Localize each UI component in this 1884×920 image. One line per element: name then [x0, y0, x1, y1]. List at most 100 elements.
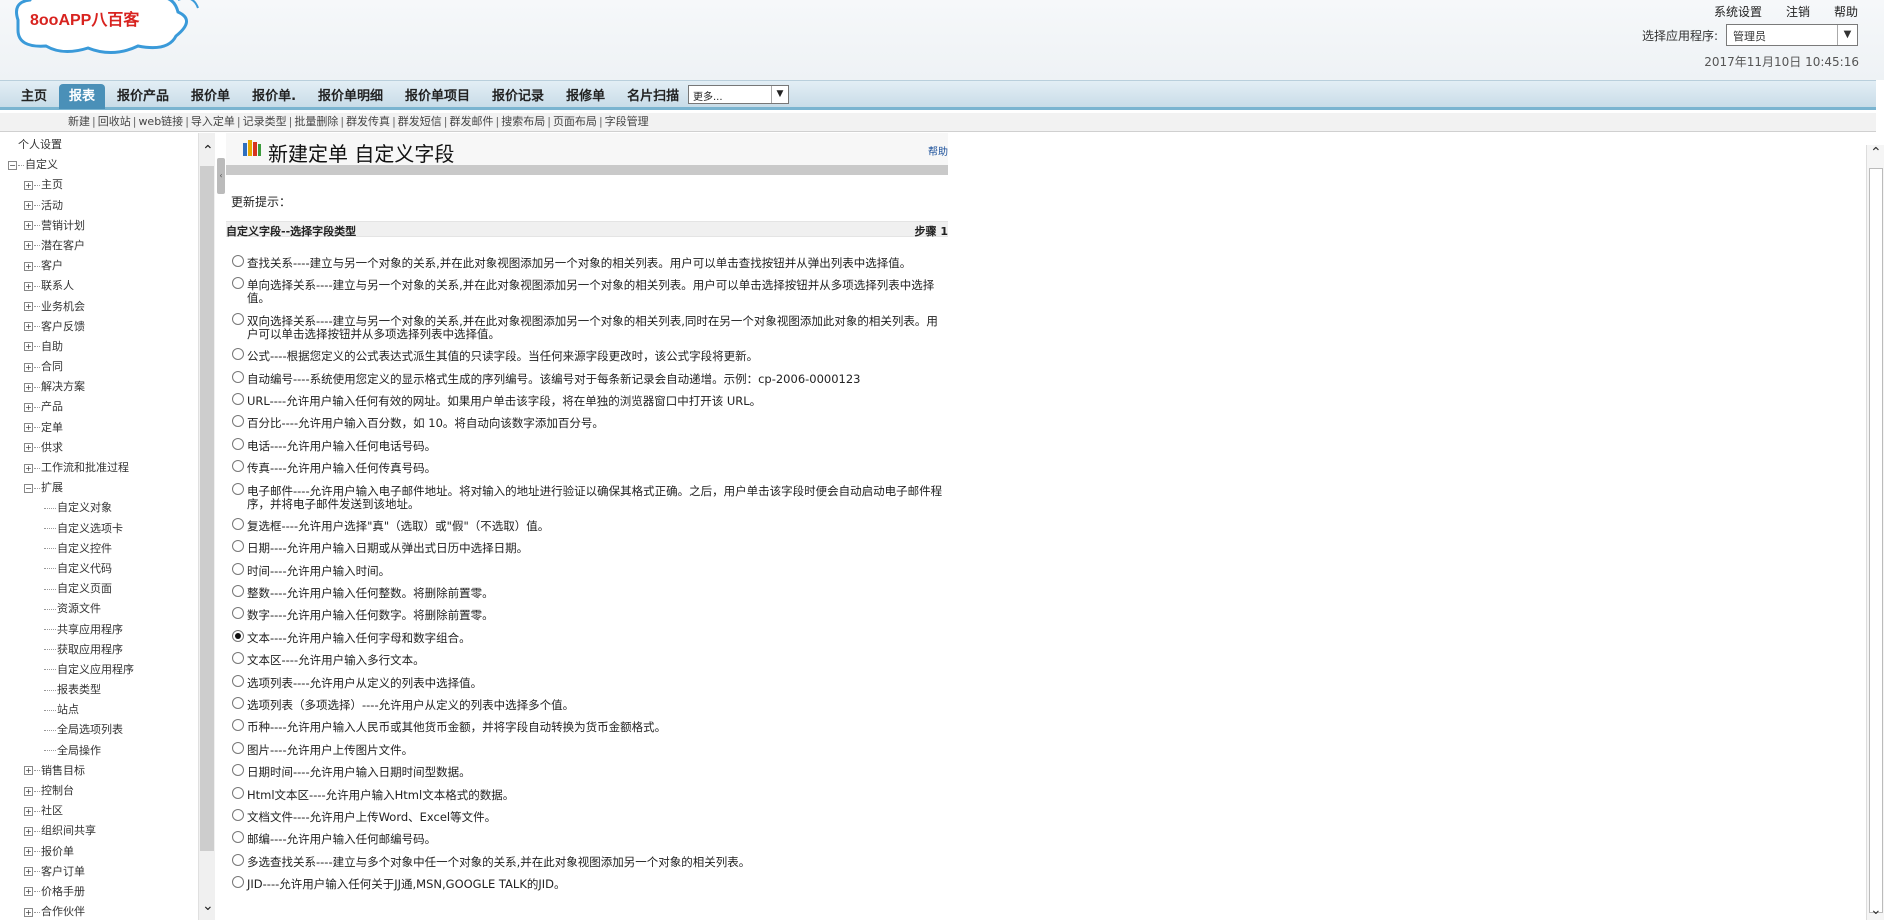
sidebar-item[interactable]: 共享应用程序 — [8, 620, 198, 640]
expand-icon[interactable]: + — [24, 847, 33, 857]
field-type-radio[interactable] — [232, 392, 244, 405]
subnav-import-orders[interactable]: 导入定单 — [191, 115, 235, 128]
expand-icon[interactable]: + — [24, 463, 33, 473]
sidebar-collapse-handle[interactable]: ‹ — [217, 158, 225, 194]
page-scrollbar[interactable]: ⌃ ⌄ — [1866, 145, 1884, 920]
sidebar-item[interactable]: + 客户订单 — [8, 862, 198, 882]
field-type-option[interactable]: 自动编号----系统使用您定义的显示格式生成的序列编号。该编号对于每条新记录会自… — [230, 370, 948, 386]
subnav-recycle-bin[interactable]: 回收站 — [98, 115, 131, 128]
field-type-option[interactable]: JID----允许用户输入任何关于JJ通,MSN,GOOGLE TALK的JID… — [230, 876, 948, 891]
sidebar-item[interactable]: + 供求 — [8, 438, 198, 458]
expand-icon[interactable]: + — [24, 322, 33, 332]
field-type-option[interactable]: 选项列表----允许用户从定义的列表中选择值。 — [230, 674, 948, 690]
help-link[interactable]: 帮助 — [928, 143, 948, 158]
field-type-option[interactable]: 数字----允许用户输入任何数字。将删除前置零。 — [230, 607, 948, 622]
expand-icon[interactable]: + — [24, 806, 33, 816]
field-type-radio[interactable] — [232, 348, 244, 361]
field-type-radio[interactable] — [232, 674, 244, 687]
field-type-radio[interactable] — [232, 517, 244, 530]
tab-quote-items[interactable]: 报价单项目 — [395, 84, 480, 109]
expand-icon[interactable]: + — [24, 281, 33, 291]
expand-icon[interactable]: + — [24, 867, 33, 877]
field-type-option[interactable]: 文档文件----允许用户上传Word、Excel等文件。 — [230, 808, 948, 824]
sidebar-item[interactable]: 站点 — [8, 700, 198, 720]
expand-icon[interactable]: + — [24, 302, 33, 311]
sidebar-scrollbar[interactable]: ⌃ ⌄ — [198, 133, 215, 920]
subnav-bulk-delete[interactable]: 批量删除 — [294, 115, 338, 128]
tab-quotes-dot[interactable]: 报价单. — [242, 84, 306, 109]
sidebar-item[interactable]: + 营销计划 — [8, 216, 198, 236]
field-type-option[interactable]: 文本----允许用户输入任何字母和数字组合。 — [230, 629, 948, 645]
expand-icon[interactable]: + — [24, 382, 33, 392]
field-type-radio[interactable] — [232, 786, 244, 799]
tab-repair-orders[interactable]: 报修单 — [556, 84, 615, 109]
expand-icon[interactable]: + — [24, 180, 33, 190]
sidebar-item[interactable]: 获取应用程序 — [8, 640, 198, 660]
sidebar-item[interactable]: 自定义对象 — [8, 498, 198, 518]
sidebar-item[interactable]: + 客户反馈 — [8, 317, 198, 337]
tab-quotes[interactable]: 报价单 — [181, 84, 240, 109]
sidebar-item[interactable]: + 联系人 — [8, 276, 198, 296]
collapse-icon[interactable]: − — [8, 160, 17, 170]
expand-icon[interactable]: + — [24, 443, 33, 453]
field-type-radio[interactable] — [232, 482, 244, 495]
sidebar-item[interactable]: + 控制台 — [8, 781, 198, 801]
field-type-radio[interactable] — [232, 697, 244, 710]
field-type-option[interactable]: 双向选择关系----建立与另一个对象的关系,并在此对象视图添加另一个对象的相关列… — [230, 312, 948, 341]
field-type-radio[interactable] — [232, 562, 244, 575]
field-type-radio[interactable] — [232, 652, 244, 665]
subnav-mass-fax[interactable]: 群发传真 — [346, 115, 390, 128]
expand-icon[interactable]: + — [24, 786, 33, 796]
field-type-option[interactable]: Html文本区----允许用户输入Html文本格式的数据。 — [230, 786, 948, 802]
expand-icon[interactable]: + — [24, 423, 33, 433]
field-type-radio[interactable] — [232, 741, 244, 754]
sidebar-item[interactable]: 自定义控件 — [8, 539, 198, 559]
tab-home[interactable]: 主页 — [11, 84, 57, 109]
field-type-option[interactable]: 电话----允许用户输入任何电话号码。 — [230, 437, 948, 453]
scroll-down-icon[interactable]: ⌄ — [202, 898, 214, 914]
field-type-option[interactable]: 币种----允许用户输入人民币或其他货币金额，并将字段自动转换为货币金额格式。 — [230, 719, 948, 734]
sidebar-item[interactable]: + 自助 — [8, 337, 198, 357]
sidebar-item[interactable]: + 产品 — [8, 397, 198, 417]
field-type-radio[interactable] — [232, 629, 244, 642]
expand-icon[interactable]: + — [24, 826, 33, 836]
field-type-option[interactable]: 电子邮件----允许用户输入电子邮件地址。将对输入的地址进行验证以确保其格式正确… — [230, 482, 948, 511]
sidebar-item[interactable]: + 定单 — [8, 418, 198, 438]
sidebar-item[interactable]: 全局选项列表 — [8, 720, 198, 740]
expand-icon[interactable]: + — [24, 261, 33, 271]
scroll-up-icon[interactable]: ⌃ — [202, 143, 214, 159]
scrollbar-thumb[interactable] — [1869, 168, 1883, 913]
field-type-radio[interactable] — [232, 255, 244, 267]
app-select[interactable]: 管理员 ▼ — [1726, 24, 1858, 46]
sidebar-item[interactable]: + 价格手册 — [8, 882, 198, 902]
field-type-radio[interactable] — [232, 277, 244, 290]
field-type-option[interactable]: 单向选择关系----建立与另一个对象的关系,并在此对象视图添加另一个对象的相关列… — [230, 277, 948, 305]
field-type-radio[interactable] — [232, 831, 244, 844]
expand-icon[interactable]: + — [24, 221, 33, 231]
subnav-field-management[interactable]: 字段管理 — [605, 115, 649, 128]
sidebar-item[interactable]: + 业务机会 — [8, 297, 198, 317]
sidebar-item[interactable]: + 客户 — [8, 256, 198, 276]
field-type-option[interactable]: 选项列表（多项选择）----允许用户从定义的列表中选择多个值。 — [230, 697, 948, 712]
field-type-option[interactable]: 公式----根据您定义的公式表达式派生其值的只读字段。当任何来源字段更改时，该公… — [230, 348, 948, 363]
tab-quote-records[interactable]: 报价记录 — [482, 84, 554, 109]
field-type-radio[interactable] — [232, 808, 244, 821]
collapse-icon[interactable]: − — [24, 483, 33, 493]
subnav-new[interactable]: 新建 — [68, 115, 90, 128]
subnav-page-layout[interactable]: 页面布局 — [553, 115, 597, 128]
field-type-radio[interactable] — [232, 876, 244, 889]
field-type-option[interactable]: 传真----允许用户输入任何传真号码。 — [230, 460, 948, 475]
field-type-radio[interactable] — [232, 312, 244, 325]
expand-icon[interactable]: + — [24, 907, 33, 917]
field-type-option[interactable]: 邮编----允许用户输入任何邮编号码。 — [230, 831, 948, 846]
more-tabs-select[interactable]: 更多... ▼ — [688, 85, 789, 104]
sidebar-item[interactable]: 自定义选项卡 — [8, 519, 198, 539]
help-top-link[interactable]: 帮助 — [1834, 3, 1858, 20]
sidebar-item[interactable]: − 自定义 — [8, 155, 198, 175]
sidebar-item[interactable]: 报表类型 — [8, 680, 198, 700]
field-type-radio[interactable] — [232, 437, 244, 450]
scroll-up-icon[interactable]: ⌃ — [1870, 145, 1882, 161]
sidebar-item[interactable]: 资源文件 — [8, 599, 198, 619]
subnav-web-link[interactable]: web链接 — [138, 115, 183, 128]
sidebar-item[interactable]: 全局操作 — [8, 741, 198, 761]
